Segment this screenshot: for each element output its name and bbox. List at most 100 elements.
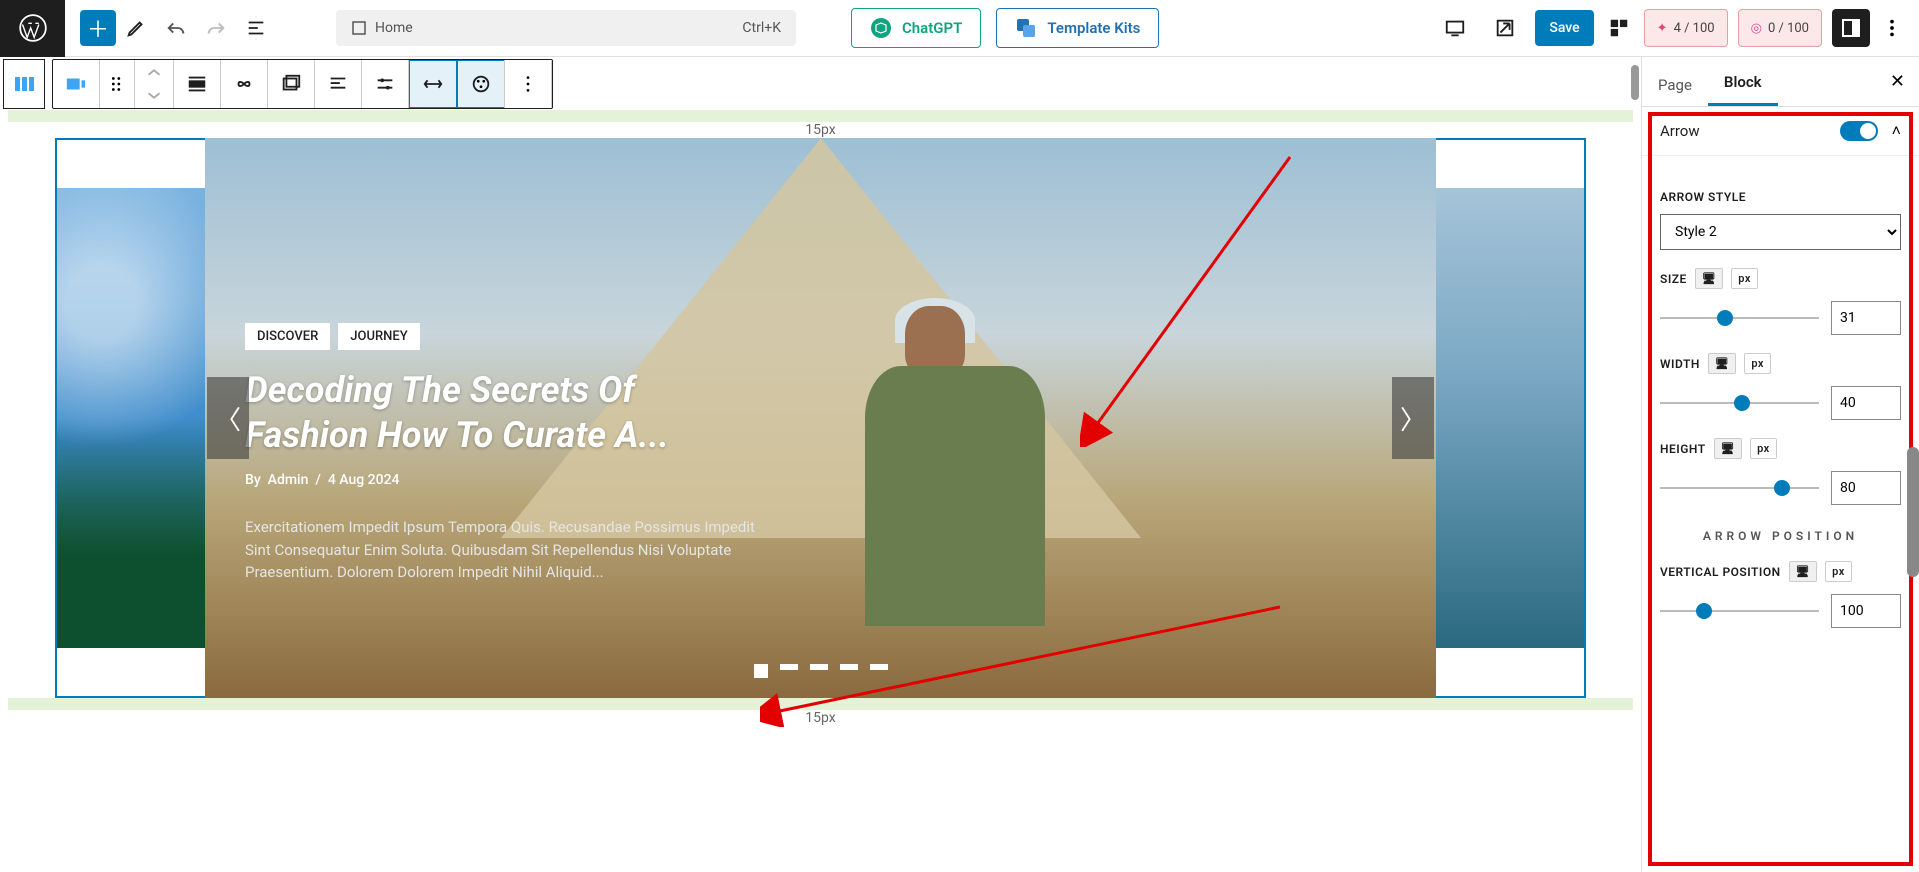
dot-3[interactable] bbox=[810, 664, 828, 670]
width-button[interactable] bbox=[409, 60, 457, 108]
doc-title-text: Home bbox=[375, 20, 413, 36]
move-buttons[interactable] bbox=[135, 60, 174, 108]
desktop-icon bbox=[1444, 17, 1466, 39]
height-slider[interactable] bbox=[1660, 487, 1819, 489]
width-input[interactable] bbox=[1831, 386, 1901, 420]
device-icon[interactable]: 🖥 bbox=[1695, 268, 1723, 289]
chevron-up-icon[interactable]: ˄ bbox=[1892, 121, 1901, 141]
align-icon bbox=[186, 73, 208, 95]
dot-4[interactable] bbox=[840, 664, 858, 670]
document-overview-button[interactable] bbox=[236, 8, 276, 48]
width-icon bbox=[422, 73, 444, 95]
device-icon[interactable]: 🖥 bbox=[1708, 353, 1736, 374]
height-label: HEIGHT 🖥 px bbox=[1660, 438, 1901, 459]
template-kits-icon bbox=[1015, 17, 1037, 39]
vpos-input[interactable] bbox=[1831, 594, 1901, 628]
save-button[interactable]: Save bbox=[1535, 10, 1593, 46]
sliders-icon bbox=[374, 73, 396, 95]
prev-arrow-button[interactable]: 〈 bbox=[207, 377, 249, 459]
height-input[interactable] bbox=[1831, 471, 1901, 505]
image-button[interactable] bbox=[268, 60, 315, 108]
pagination-dots bbox=[754, 664, 888, 678]
slide-excerpt: Exercitationem Impedit Ipsum Tempora Qui… bbox=[245, 516, 759, 584]
person-graphic bbox=[845, 306, 1045, 656]
view-page-button[interactable] bbox=[1485, 8, 1525, 48]
edit-tool-button[interactable] bbox=[116, 8, 156, 48]
tag-journey[interactable]: JOURNEY bbox=[338, 323, 419, 350]
width-unit[interactable]: px bbox=[1744, 353, 1771, 374]
template-kits-label: Template Kits bbox=[1047, 19, 1140, 37]
settings-sidebar: Page Block ✕ Arrow ˄ ARROW STYLE Style 2… bbox=[1641, 57, 1919, 872]
palette-icon bbox=[470, 73, 492, 95]
arrow-style-select[interactable]: Style 2 bbox=[1660, 214, 1901, 250]
padding-indicator-top bbox=[8, 110, 1633, 122]
tag-discover[interactable]: DISCOVER bbox=[245, 323, 330, 350]
color-button[interactable] bbox=[457, 60, 504, 108]
canvas-scrollbar[interactable] bbox=[1629, 57, 1641, 872]
desktop-view-button[interactable] bbox=[1435, 8, 1475, 48]
quota2-text: 0 / 100 bbox=[1768, 21, 1809, 36]
dot-2[interactable] bbox=[780, 664, 798, 670]
arrow-section-header[interactable]: Arrow ˄ bbox=[1642, 107, 1919, 156]
list-icon bbox=[245, 17, 267, 39]
device-icon[interactable]: 🖥 bbox=[1714, 438, 1742, 459]
width-slider[interactable] bbox=[1660, 402, 1819, 404]
text-align-button[interactable] bbox=[315, 60, 362, 108]
quota-badge-2[interactable]: ◎0 / 100 bbox=[1738, 9, 1822, 47]
save-label: Save bbox=[1549, 20, 1579, 36]
dot-1[interactable] bbox=[754, 664, 768, 678]
block-type-button[interactable] bbox=[53, 60, 100, 108]
sidebar-scrollbar[interactable] bbox=[1907, 447, 1919, 577]
padding-indicator-bottom bbox=[8, 698, 1633, 710]
slide-meta: By Admin / 4 Aug 2024 bbox=[245, 472, 759, 488]
options-menu-button[interactable] bbox=[1880, 8, 1904, 48]
top-toolbar: ＋ Home Ctrl+K ChatGPT Template Kits Save… bbox=[0, 0, 1919, 57]
parent-block-button[interactable] bbox=[3, 59, 45, 109]
more-options-button[interactable] bbox=[504, 60, 552, 108]
chatgpt-icon bbox=[870, 17, 892, 39]
tab-block[interactable]: Block bbox=[1708, 61, 1778, 106]
quota-badge-1[interactable]: ✦4 / 100 bbox=[1644, 9, 1728, 47]
block-toolbar bbox=[52, 59, 553, 109]
loop-button[interactable] bbox=[221, 60, 268, 108]
height-unit[interactable]: px bbox=[1750, 438, 1777, 459]
dot-5[interactable] bbox=[870, 664, 888, 670]
document-title-bar[interactable]: Home Ctrl+K bbox=[336, 10, 796, 46]
chevron-up-icon bbox=[143, 62, 165, 84]
columns-icon bbox=[12, 72, 36, 96]
close-sidebar-button[interactable]: ✕ bbox=[1876, 57, 1919, 106]
vpos-unit[interactable]: px bbox=[1825, 561, 1852, 582]
settings-panel-toggle[interactable] bbox=[1832, 9, 1870, 47]
size-slider[interactable] bbox=[1660, 317, 1819, 319]
undo-button[interactable] bbox=[156, 8, 196, 48]
add-block-button[interactable]: ＋ bbox=[80, 10, 116, 46]
text-align-icon bbox=[327, 73, 349, 95]
next-slide-preview bbox=[1436, 188, 1584, 648]
template-kits-button[interactable]: Template Kits bbox=[996, 8, 1159, 48]
contrast-icon bbox=[1608, 17, 1630, 39]
size-input[interactable] bbox=[1831, 301, 1901, 335]
settings-button[interactable] bbox=[362, 60, 409, 108]
chatgpt-button[interactable]: ChatGPT bbox=[851, 8, 981, 48]
slider-block[interactable]: DISCOVER JOURNEY Decoding The Secrets Of… bbox=[55, 138, 1586, 698]
wordpress-logo[interactable] bbox=[0, 0, 65, 57]
vpos-slider[interactable] bbox=[1660, 610, 1819, 612]
editor-canvas[interactable]: 15px DISCOVER JOURNEY Decoding The Secre… bbox=[0, 57, 1641, 872]
align-button[interactable] bbox=[174, 60, 221, 108]
pencil-icon bbox=[125, 17, 147, 39]
main-slide: DISCOVER JOURNEY Decoding The Secrets Of… bbox=[205, 138, 1436, 698]
external-link-icon bbox=[1494, 17, 1516, 39]
arrow-toggle[interactable] bbox=[1840, 121, 1878, 141]
chevron-down-icon bbox=[143, 84, 165, 106]
width-label: WIDTH 🖥 px bbox=[1660, 353, 1901, 374]
styles-button[interactable] bbox=[1604, 8, 1634, 48]
drag-handle[interactable] bbox=[100, 60, 135, 108]
redo-button[interactable] bbox=[196, 8, 236, 48]
tab-page[interactable]: Page bbox=[1642, 64, 1708, 106]
size-unit[interactable]: px bbox=[1731, 268, 1758, 289]
device-icon[interactable]: 🖥 bbox=[1789, 561, 1817, 582]
padding-label-bottom: 15px bbox=[3, 710, 1638, 726]
size-label: SIZE 🖥 px bbox=[1660, 268, 1901, 289]
next-arrow-button[interactable]: 〉 bbox=[1392, 377, 1434, 459]
prev-slide-preview bbox=[57, 188, 205, 648]
